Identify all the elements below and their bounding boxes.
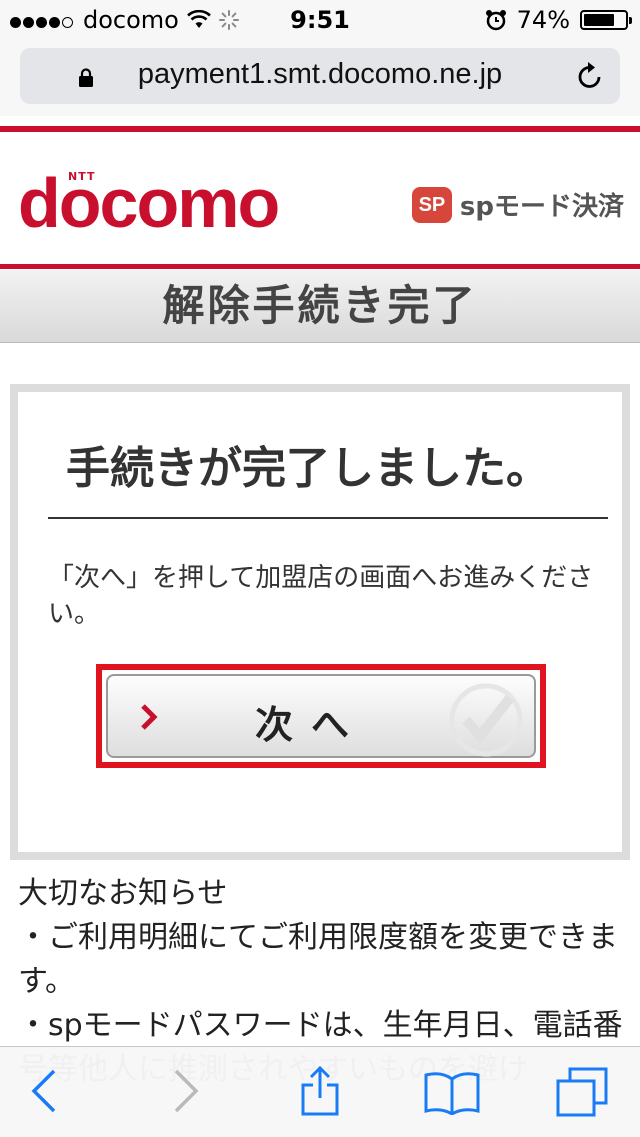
checkmark-icon <box>449 683 523 757</box>
next-button-highlight: 次へ <box>96 664 546 768</box>
reload-icon[interactable] <box>576 61 604 91</box>
battery-icon <box>580 10 632 30</box>
status-right: 74% <box>485 6 632 34</box>
alarm-icon <box>485 10 506 31</box>
notice-item: ・ご利用明細にてご利用限度額を変更できます。 <box>18 920 618 999</box>
sp-mode-logo: SP spモード決済 <box>411 186 624 223</box>
completion-message: 「次へ」を押して加盟店の画面へお進みください。 <box>48 563 594 629</box>
share-icon[interactable] <box>300 1065 340 1117</box>
battery-percent: 74% <box>516 6 570 34</box>
next-button[interactable]: 次へ <box>106 674 536 758</box>
forward-icon[interactable] <box>172 1069 200 1113</box>
header-bottom-border <box>0 264 640 269</box>
url-text: payment1.smt.docomo.ne.jp <box>137 58 503 90</box>
status-bar: docomo 9:51 74% <box>0 0 640 40</box>
title-bar: 解除手続き完了 <box>0 270 640 343</box>
tabs-icon[interactable] <box>556 1067 608 1117</box>
sp-mode-badge-icon: SP <box>411 186 452 223</box>
sp-mode-label: spモード決済 <box>459 192 624 222</box>
back-icon[interactable] <box>30 1069 58 1113</box>
completion-heading: 手続きが完了しました。 <box>66 443 550 494</box>
browser-address-area: payment1.smt.docomo.ne.jp <box>0 40 640 116</box>
bookmarks-icon[interactable] <box>424 1071 480 1115</box>
notice-heading: 大切なお知らせ <box>18 876 228 911</box>
header-top-border <box>0 126 640 132</box>
page-title: 解除手続き完了 <box>162 281 478 330</box>
heading-divider <box>48 517 608 519</box>
completion-card: 手続きが完了しました。 「次へ」を押して加盟店の画面へお進みください。 次へ <box>10 384 630 860</box>
docomo-logo: docomo <box>18 164 280 242</box>
address-bar[interactable]: payment1.smt.docomo.ne.jp <box>20 48 620 104</box>
battery-level <box>584 14 614 26</box>
browser-toolbar <box>0 1046 640 1137</box>
